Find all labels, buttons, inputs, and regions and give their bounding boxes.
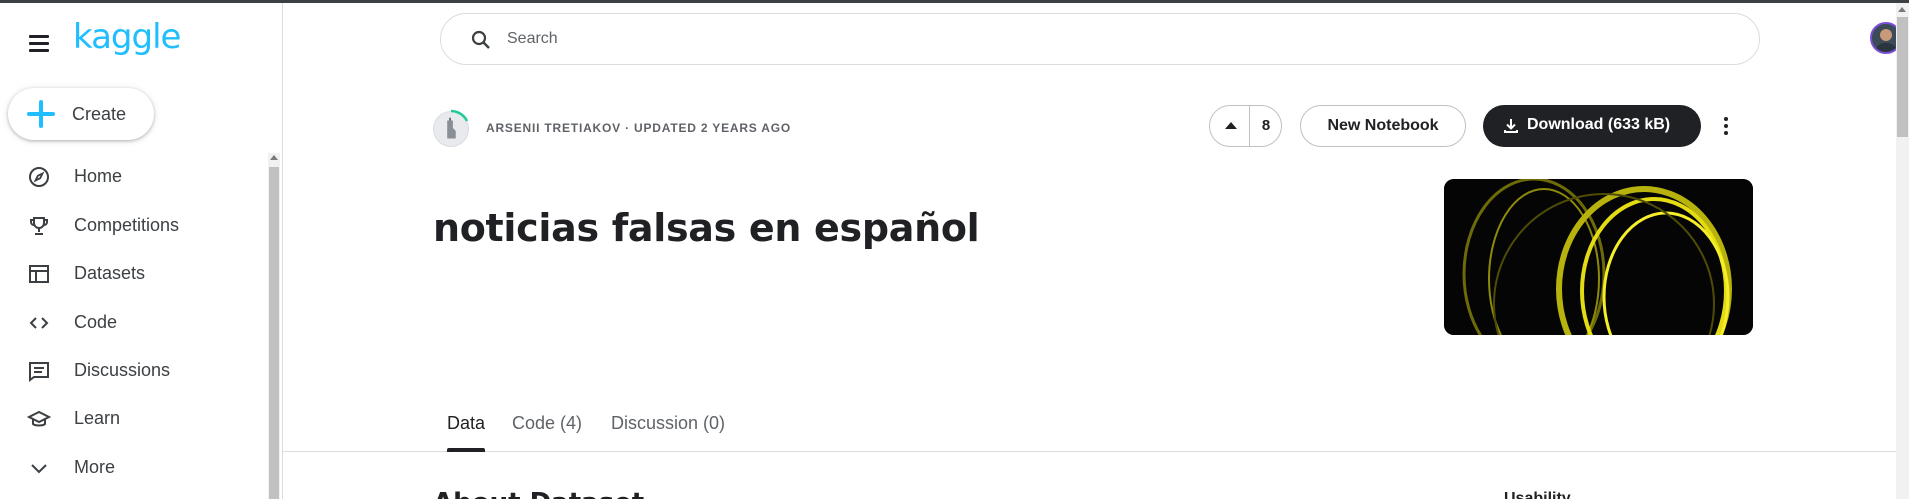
scroll-up-arrow-icon[interactable]	[270, 155, 278, 160]
compass-icon	[29, 167, 49, 187]
author-meta: ARSENII TRETIAKOV · UPDATED 2 YEARS AGO	[486, 121, 791, 135]
sidebar: kaggle Create Home Competitions Datasets…	[0, 3, 283, 499]
sidebar-item-label: Code	[74, 312, 118, 332]
sidebar-item-home[interactable]: Home	[0, 155, 265, 199]
search-icon	[471, 30, 490, 49]
create-button[interactable]: Create	[8, 88, 154, 140]
sidebar-item-more[interactable]: More	[0, 446, 265, 490]
download-button[interactable]: Download (633 kB)	[1483, 105, 1701, 147]
scroll-up-arrow-icon[interactable]	[1898, 7, 1906, 12]
tab-data[interactable]: Data	[447, 413, 486, 452]
sidebar-item-label: More	[74, 457, 116, 477]
window-top-border	[0, 0, 1909, 3]
sidebar-scrollbar[interactable]	[268, 153, 280, 499]
trophy-icon	[30, 217, 48, 235]
dataset-tabs: Data Code (4) Discussion (0)	[283, 400, 1896, 452]
sidebar-item-label: Competitions	[74, 215, 180, 235]
upvote-arrow-icon[interactable]	[1210, 106, 1250, 146]
sidebar-item-code[interactable]: Code	[0, 301, 265, 345]
usability-label: Usability	[1504, 490, 1571, 499]
plus-icon	[26, 99, 56, 129]
page-scrollbar[interactable]	[1896, 3, 1909, 499]
comment-icon	[29, 362, 49, 382]
sidebar-item-discussions[interactable]: Discussions	[0, 349, 265, 393]
hamburger-menu-icon[interactable]	[25, 29, 53, 57]
download-icon	[1504, 119, 1518, 133]
search-input[interactable]	[507, 26, 1707, 52]
sidebar-item-datasets[interactable]: Datasets	[0, 252, 265, 296]
updated-time: · UPDATED 2 YEARS AGO	[625, 121, 792, 135]
about-dataset-heading: About Dataset	[433, 488, 644, 499]
search-bar[interactable]	[440, 13, 1760, 65]
create-label: Create	[72, 104, 127, 124]
download-label: Download (633 kB)	[1527, 116, 1671, 133]
cover-art-image	[1444, 179, 1753, 335]
page-scrollbar-thumb[interactable]	[1897, 17, 1908, 137]
chevron-down-icon	[31, 464, 47, 474]
table-icon	[29, 265, 49, 283]
sidebar-item-label: Datasets	[74, 263, 146, 283]
school-icon	[27, 410, 51, 427]
upvote-count[interactable]: 8	[1250, 106, 1282, 146]
sidebar-item-label: Learn	[74, 408, 121, 428]
sidebar-item-label: Home	[74, 166, 123, 186]
sidebar-item-competitions[interactable]: Competitions	[0, 204, 265, 248]
kaggle-logo[interactable]: kaggle	[73, 17, 181, 57]
sidebar-scrollbar-thumb[interactable]	[269, 167, 279, 499]
upvote-control: 8	[1209, 105, 1282, 147]
sidebar-item-learn[interactable]: Learn	[0, 397, 265, 441]
code-icon	[29, 317, 49, 329]
tab-code[interactable]: Code (4)	[512, 413, 582, 452]
more-options-icon[interactable]	[1716, 110, 1736, 142]
new-notebook-button[interactable]: New Notebook	[1300, 105, 1466, 147]
tab-discussion[interactable]: Discussion (0)	[611, 413, 725, 452]
sidebar-item-label: Discussions	[74, 360, 171, 380]
author-name-link[interactable]: ARSENII TRETIAKOV	[486, 121, 621, 135]
dataset-cover-image	[1444, 179, 1753, 335]
author-progress-ring-icon	[450, 109, 469, 122]
dataset-title: noticias falsas en español	[433, 206, 980, 250]
